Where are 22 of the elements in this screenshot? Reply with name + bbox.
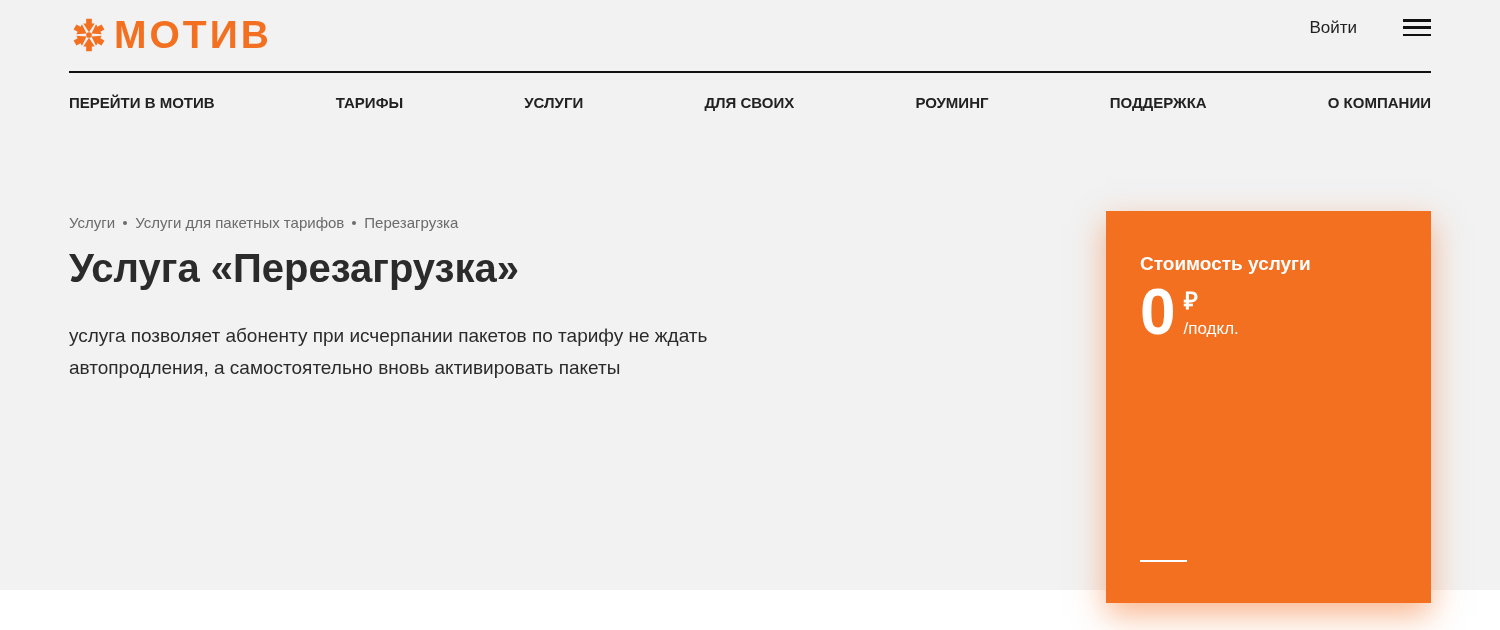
accent-line [1140,560,1187,562]
price-unit: /подкл. [1183,318,1239,340]
currency-sign: ₽ [1183,288,1199,314]
nav-link[interactable]: УСЛУГИ [524,91,584,115]
nav-link[interactable]: ДЛЯ СВОИХ [704,91,795,115]
service-description: услуга позволяет абоненту при исчерпании пакетов по тарифу не ждать автопродления, а самостоятельно вновь активировать пакеты [69,324,709,380]
breadcrumb-link[interactable]: Услуги [69,214,116,232]
nav-link[interactable]: ТАРИФЫ [335,91,404,115]
nav-link[interactable]: О КОМПАНИИ [1327,91,1431,115]
login-link[interactable]: Войти [1309,14,1357,41]
nav-link[interactable]: ПЕРЕЙТИ В МОТИВ [69,91,215,115]
price-amount: 0 [1140,280,1176,344]
price-heading: Стоимость услуги [1140,252,1312,276]
nav-link[interactable]: РОУМИНГ [915,91,989,115]
logo-text: МОТИВ [114,15,272,54]
bullet-icon [352,221,357,225]
menu-icon[interactable] [1403,19,1431,36]
page-title: Услуга «Перезагрузка» [69,245,520,292]
nav-link[interactable]: ПОДДЕРЖКА [1109,91,1207,115]
breadcrumb-link[interactable]: Перезагрузка [364,214,459,232]
breadcrumb-link[interactable]: Услуги для пакетных тарифов [135,214,345,232]
bullet-icon [123,221,128,225]
